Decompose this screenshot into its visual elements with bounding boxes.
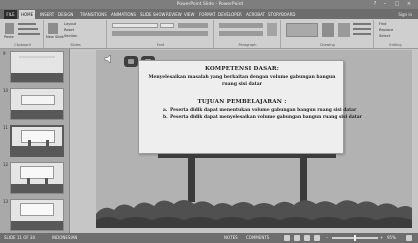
normal-view-icon[interactable] [284,235,290,241]
new-slide-button[interactable]: New Slide [46,35,64,40]
font-name-select[interactable] [112,23,158,28]
slide-thumbnail[interactable] [10,199,64,231]
tab-home[interactable]: HOME [19,10,36,19]
fit-slide-icon[interactable] [406,235,412,241]
select-button[interactable]: Select [379,34,390,39]
tab-design[interactable]: DESIGN [58,11,73,18]
group-label: Paragraph [238,43,257,47]
tp-title: TUJUAN PEMBELAJARAN : [197,99,287,105]
objectives-list: a. Peserta didik dapat menentukan volume … [163,107,362,121]
replace-button[interactable]: Replace [379,28,393,33]
group-editing: Find Replace Select Editing [375,20,416,48]
zoom-level[interactable]: 95% [387,233,396,243]
paste-icon[interactable] [5,23,14,34]
tab-acrobat[interactable]: ACROBAT [246,11,265,18]
objective-item: b. Peserta didik dapat menyelesaikan volu… [163,115,362,120]
quick-styles-button[interactable] [338,23,350,37]
maximize-icon[interactable]: □ [394,2,400,7]
copy-button[interactable] [18,28,38,30]
objective-item: a. Peserta didik dapat menentukan volume … [163,108,357,113]
ribbon: Paste Clipboard New Slide Layout Reset S… [0,19,418,49]
slide-thumbnail-pane[interactable]: 9 10 11 12 13 [0,49,70,233]
help-icon[interactable]: ? [372,2,378,7]
slide-canvas: KOMPETENSI DASAR: Menyelesaikan masalah … [70,49,418,233]
shape-outline-button[interactable] [353,28,371,30]
group-label: Editing [389,43,402,47]
text-direction-button[interactable] [267,23,277,36]
slide-thumbnail[interactable] [10,162,64,194]
group-slides: New Slide Layout Reset Section Slides [45,20,107,48]
group-font: Font [108,20,214,48]
group-label: Clipboard [14,43,31,47]
notes-button[interactable]: NOTES [224,233,238,243]
group-drawing: Drawing [282,20,374,48]
shape-fill-button[interactable] [353,23,371,25]
tab-slide-show[interactable]: SLIDE SHOW [140,11,165,18]
tab-storyboard[interactable]: STORYBOARD [268,11,295,18]
reset-button[interactable]: Reset [64,28,74,33]
group-paragraph: Paragraph [215,20,281,48]
font-size-buttons[interactable] [178,23,208,28]
tab-insert[interactable]: INSERT [40,11,54,18]
close-icon[interactable]: × [406,2,412,7]
slide-thumbnail[interactable] [10,88,64,120]
title-bar: PowerPoint Slide - PowerPoint ? – □ × [0,0,418,9]
reading-view-icon[interactable] [304,235,310,241]
slide-indicator: SLIDE 11 OF 30 [4,235,35,240]
zoom-slider-thumb[interactable] [354,235,356,241]
bushes-illustration [96,200,412,228]
arrange-button[interactable] [322,23,334,37]
content-board[interactable]: KOMPETENSI DASAR: Menyelesaikan masalah … [138,60,362,154]
tab-developer[interactable]: DEVELOPER [218,11,242,18]
language-indicator[interactable]: INDONESIAN [52,233,77,243]
thumbnail-number: 12 [3,162,9,167]
thumbnail-number: 11 [3,125,9,130]
new-slide-icon[interactable] [48,23,58,34]
layout-button[interactable]: Layout [64,22,76,27]
slide-thumbnail[interactable] [10,51,64,83]
paste-button[interactable]: Paste [4,35,14,40]
slide-sorter-icon[interactable] [294,235,300,241]
thumbnail-number: 13 [3,199,9,204]
kd-title: KOMPETENSI DASAR: [204,66,280,72]
slide[interactable]: KOMPETENSI DASAR: Menyelesaikan masalah … [96,50,412,228]
tab-animations[interactable]: ANIMATIONS [111,11,136,18]
board-crossbar [158,154,336,158]
section-button[interactable]: Section [64,34,77,39]
group-clipboard: Paste Clipboard [2,20,44,48]
list-buttons[interactable] [219,23,263,28]
slide-thumbnail-selected[interactable] [10,125,64,157]
shapes-gallery[interactable] [286,23,318,37]
home-nav-icon[interactable] [124,56,138,67]
zoom-in-button[interactable]: + [380,233,383,243]
speaker-icon[interactable] [104,54,114,64]
format-painter-button[interactable] [18,33,40,35]
group-label: Drawing [320,43,335,47]
window-title: PowerPoint Slide - PowerPoint [176,2,244,7]
group-label: Font [156,43,165,47]
font-size-select[interactable] [160,23,174,28]
group-label: Slides [70,43,81,47]
tab-review[interactable]: REVIEW [166,11,182,18]
cut-button[interactable] [18,23,36,25]
font-style-buttons[interactable] [112,31,208,36]
zoom-out-button[interactable]: – [326,233,328,243]
kd-text: Menyelesaikan masalah yang berkaitan den… [148,75,336,87]
minimize-icon[interactable]: – [382,2,388,7]
tab-transitions[interactable]: TRANSITIONS [80,11,107,18]
shape-effects-button[interactable] [353,33,371,35]
thumbnail-number: 9 [3,51,6,56]
thumbnail-number: 10 [3,88,9,93]
comments-button[interactable]: COMMENTS [246,233,269,243]
find-button[interactable]: Find [379,22,386,27]
tab-file[interactable]: FILE [4,10,17,19]
tab-format[interactable]: FORMAT [199,11,216,18]
slideshow-icon[interactable] [314,235,320,241]
tab-view[interactable]: VIEW [184,11,194,18]
sign-in-link[interactable]: Sign in [398,11,412,18]
align-buttons[interactable] [219,31,263,36]
status-bar: SLIDE 11 OF 30 INDONESIAN NOTES COMMENTS… [0,233,418,243]
ribbon-tabs: FILE HOME INSERT DESIGN TRANSITIONS ANIM… [0,9,418,19]
